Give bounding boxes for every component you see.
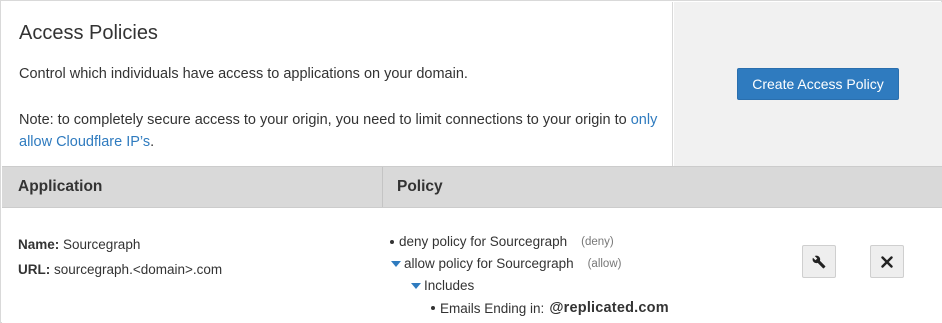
table-header: Application Policy xyxy=(2,166,942,208)
policy-name: deny policy for Sourcegraph xyxy=(399,234,568,249)
name-value: Sourcegraph xyxy=(63,237,141,252)
access-policies-card: Access Policies Control which individual… xyxy=(0,0,942,323)
policy-item-allow[interactable]: allow policy for Sourcegraph (allow) xyxy=(391,256,621,271)
page-description: Control which individuals have access to… xyxy=(19,66,468,82)
page-title: Access Policies xyxy=(19,22,158,44)
caret-down-icon[interactable] xyxy=(411,282,421,289)
caret-down-icon[interactable] xyxy=(391,260,401,267)
column-divider xyxy=(382,167,383,207)
table-row: Name: Sourcegraph URL: sourcegraph.<doma… xyxy=(2,208,942,323)
column-header-policy: Policy xyxy=(397,178,443,195)
header-info-panel: Access Policies Control which individual… xyxy=(2,2,673,166)
close-icon xyxy=(881,255,893,268)
column-header-application: Application xyxy=(18,178,103,195)
note-text: Note: to completely secure access to you… xyxy=(19,112,631,128)
rule-label: Emails Ending in: xyxy=(440,300,545,316)
name-label: Name: xyxy=(18,237,60,252)
access-policies-header: Access Policies Control which individual… xyxy=(2,2,942,166)
url-value: sourcegraph.<domain>.com xyxy=(54,262,223,277)
origin-note: Note: to completely secure access to you… xyxy=(19,109,669,153)
policy-action-tag: (deny) xyxy=(581,235,614,248)
bullet-icon xyxy=(390,239,394,244)
policy-name: allow policy for Sourcegraph xyxy=(404,256,574,271)
application-url: URL: sourcegraph.<domain>.com xyxy=(18,262,222,277)
include-rule: Emails Ending in: @replicated.com xyxy=(431,300,669,316)
policy-action-tag: (allow) xyxy=(587,257,622,270)
note-suffix: . xyxy=(150,134,155,150)
includes-toggle[interactable]: Includes xyxy=(411,278,474,293)
header-action-panel: Create Access Policy xyxy=(674,2,942,166)
wrench-icon xyxy=(812,255,826,268)
url-label: URL: xyxy=(18,262,51,277)
edit-policy-button[interactable] xyxy=(802,245,836,278)
rule-value: @replicated.com xyxy=(549,300,669,316)
policy-item-deny: deny policy for Sourcegraph (deny) xyxy=(390,234,614,249)
create-access-policy-button[interactable]: Create Access Policy xyxy=(737,68,899,100)
includes-label: Includes xyxy=(424,278,475,293)
application-name: Name: Sourcegraph xyxy=(18,237,140,252)
delete-policy-button[interactable] xyxy=(870,245,904,278)
bullet-icon xyxy=(431,306,435,310)
